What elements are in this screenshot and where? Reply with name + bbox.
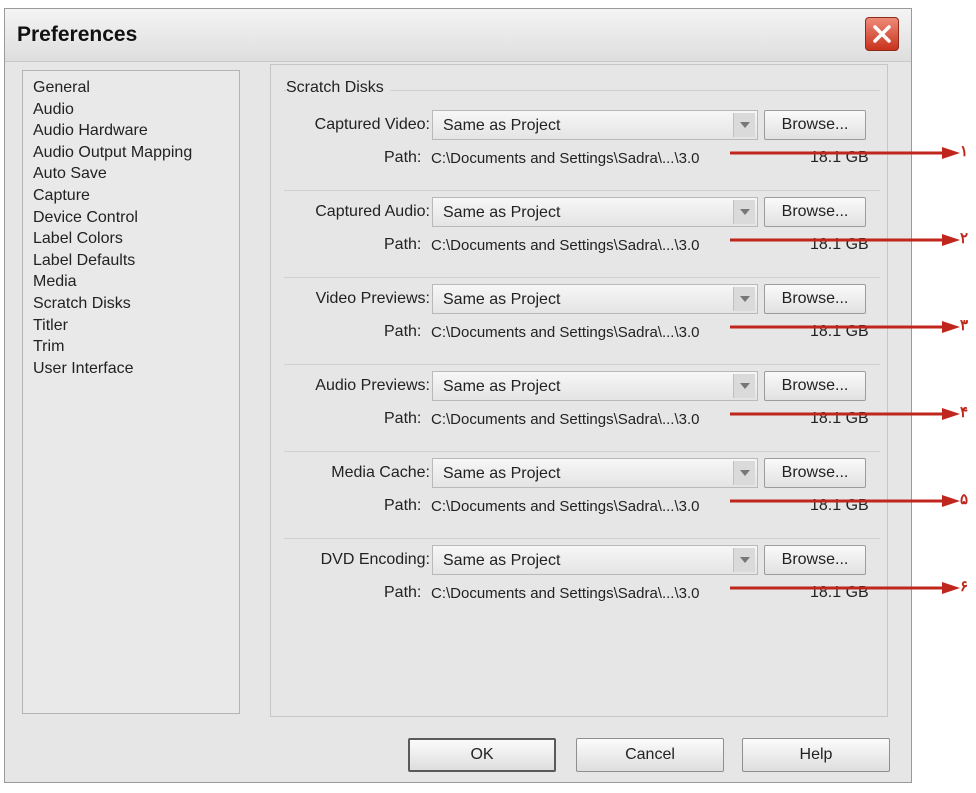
location-dropdown-value: Same as Project	[443, 204, 561, 221]
scratch-disk-label: Video Previews:	[315, 290, 430, 307]
row-divider	[284, 451, 880, 452]
location-dropdown-value: Same as Project	[443, 465, 561, 482]
scratch-disk-row: Media Cache: Same as Project Browse... Path…	[0, 456, 976, 546]
browse-button[interactable]: Browse...	[764, 545, 866, 575]
scratch-disk-row: Captured Audio: Same as Project Browse... P…	[0, 195, 976, 285]
location-dropdown[interactable]: Same as Project	[432, 545, 758, 575]
scratch-disk-row: Captured Video: Same as Project Browse... P…	[0, 108, 976, 198]
chevron-down-icon	[740, 209, 750, 215]
annotation-number: ۵	[960, 491, 969, 508]
path-value: C:\Documents and Settings\Sadra\...\3.0	[431, 237, 700, 254]
group-title: Scratch Disks	[286, 79, 390, 97]
close-icon	[873, 25, 891, 43]
browse-button[interactable]: Browse...	[764, 371, 866, 401]
path-label: Path:	[384, 149, 422, 166]
chevron-down-icon	[740, 296, 750, 302]
annotation-arrow-icon	[730, 495, 960, 507]
chevron-down-icon	[740, 470, 750, 476]
location-dropdown-value: Same as Project	[443, 378, 561, 395]
path-label: Path:	[384, 584, 422, 601]
location-dropdown-value: Same as Project	[443, 552, 561, 569]
dropdown-arrow-button[interactable]	[733, 374, 755, 398]
sidebar-item-general[interactable]: General	[33, 77, 239, 99]
path-label: Path:	[384, 410, 422, 427]
browse-button[interactable]: Browse...	[764, 284, 866, 314]
path-label: Path:	[384, 497, 422, 514]
scratch-disk-row: Video Previews: Same as Project Browse... P…	[0, 282, 976, 372]
path-value: C:\Documents and Settings\Sadra\...\3.0	[431, 411, 700, 428]
dropdown-arrow-button[interactable]	[733, 461, 755, 485]
scratch-disk-row: Audio Previews: Same as Project Browse... P…	[0, 369, 976, 459]
location-dropdown[interactable]: Same as Project	[432, 458, 758, 488]
annotation-number: ٢	[960, 230, 969, 247]
location-dropdown[interactable]: Same as Project	[432, 371, 758, 401]
close-button[interactable]	[865, 17, 899, 51]
dropdown-arrow-button[interactable]	[733, 548, 755, 572]
cancel-button[interactable]: Cancel	[576, 738, 724, 772]
annotation-arrow-icon	[730, 321, 960, 333]
title-bar: Preferences	[5, 9, 911, 62]
annotation-number: ١	[960, 143, 969, 160]
annotation-arrow-icon	[730, 147, 960, 159]
location-dropdown[interactable]: Same as Project	[432, 110, 758, 140]
scratch-disk-label: Audio Previews:	[315, 377, 430, 394]
annotation-number: ٣	[960, 317, 969, 334]
annotation-arrow-icon	[730, 408, 960, 420]
location-dropdown[interactable]: Same as Project	[432, 197, 758, 227]
row-divider	[284, 538, 880, 539]
row-divider	[284, 364, 880, 365]
ok-button[interactable]: OK	[408, 738, 556, 772]
dialog-title: Preferences	[17, 23, 138, 46]
path-value: C:\Documents and Settings\Sadra\...\3.0	[431, 498, 700, 515]
browse-button[interactable]: Browse...	[764, 197, 866, 227]
path-label: Path:	[384, 236, 422, 253]
chevron-down-icon	[740, 122, 750, 128]
dropdown-arrow-button[interactable]	[733, 113, 755, 137]
dropdown-arrow-button[interactable]	[733, 287, 755, 311]
scratch-disk-label: Captured Video:	[314, 116, 430, 133]
path-label: Path:	[384, 323, 422, 340]
row-divider	[284, 277, 880, 278]
path-value: C:\Documents and Settings\Sadra\...\3.0	[431, 585, 700, 602]
annotation-arrow-icon	[730, 234, 960, 246]
chevron-down-icon	[740, 557, 750, 563]
browse-button[interactable]: Browse...	[764, 110, 866, 140]
annotation-number: ۶	[960, 578, 969, 595]
location-dropdown[interactable]: Same as Project	[432, 284, 758, 314]
location-dropdown-value: Same as Project	[443, 117, 561, 134]
browse-button[interactable]: Browse...	[764, 458, 866, 488]
help-button[interactable]: Help	[742, 738, 890, 772]
dropdown-arrow-button[interactable]	[733, 200, 755, 224]
annotation-arrow-icon	[730, 582, 960, 594]
path-value: C:\Documents and Settings\Sadra\...\3.0	[431, 324, 700, 341]
scratch-disk-label: DVD Encoding:	[320, 551, 430, 568]
row-divider	[284, 190, 880, 191]
chevron-down-icon	[740, 383, 750, 389]
annotation-number: ۴	[960, 404, 969, 421]
location-dropdown-value: Same as Project	[443, 291, 561, 308]
scratch-disk-label: Captured Audio:	[315, 203, 430, 220]
scratch-disk-label: Media Cache:	[331, 464, 430, 481]
path-value: C:\Documents and Settings\Sadra\...\3.0	[431, 150, 700, 167]
scratch-disk-row: DVD Encoding: Same as Project Browse... Pat…	[0, 543, 976, 633]
